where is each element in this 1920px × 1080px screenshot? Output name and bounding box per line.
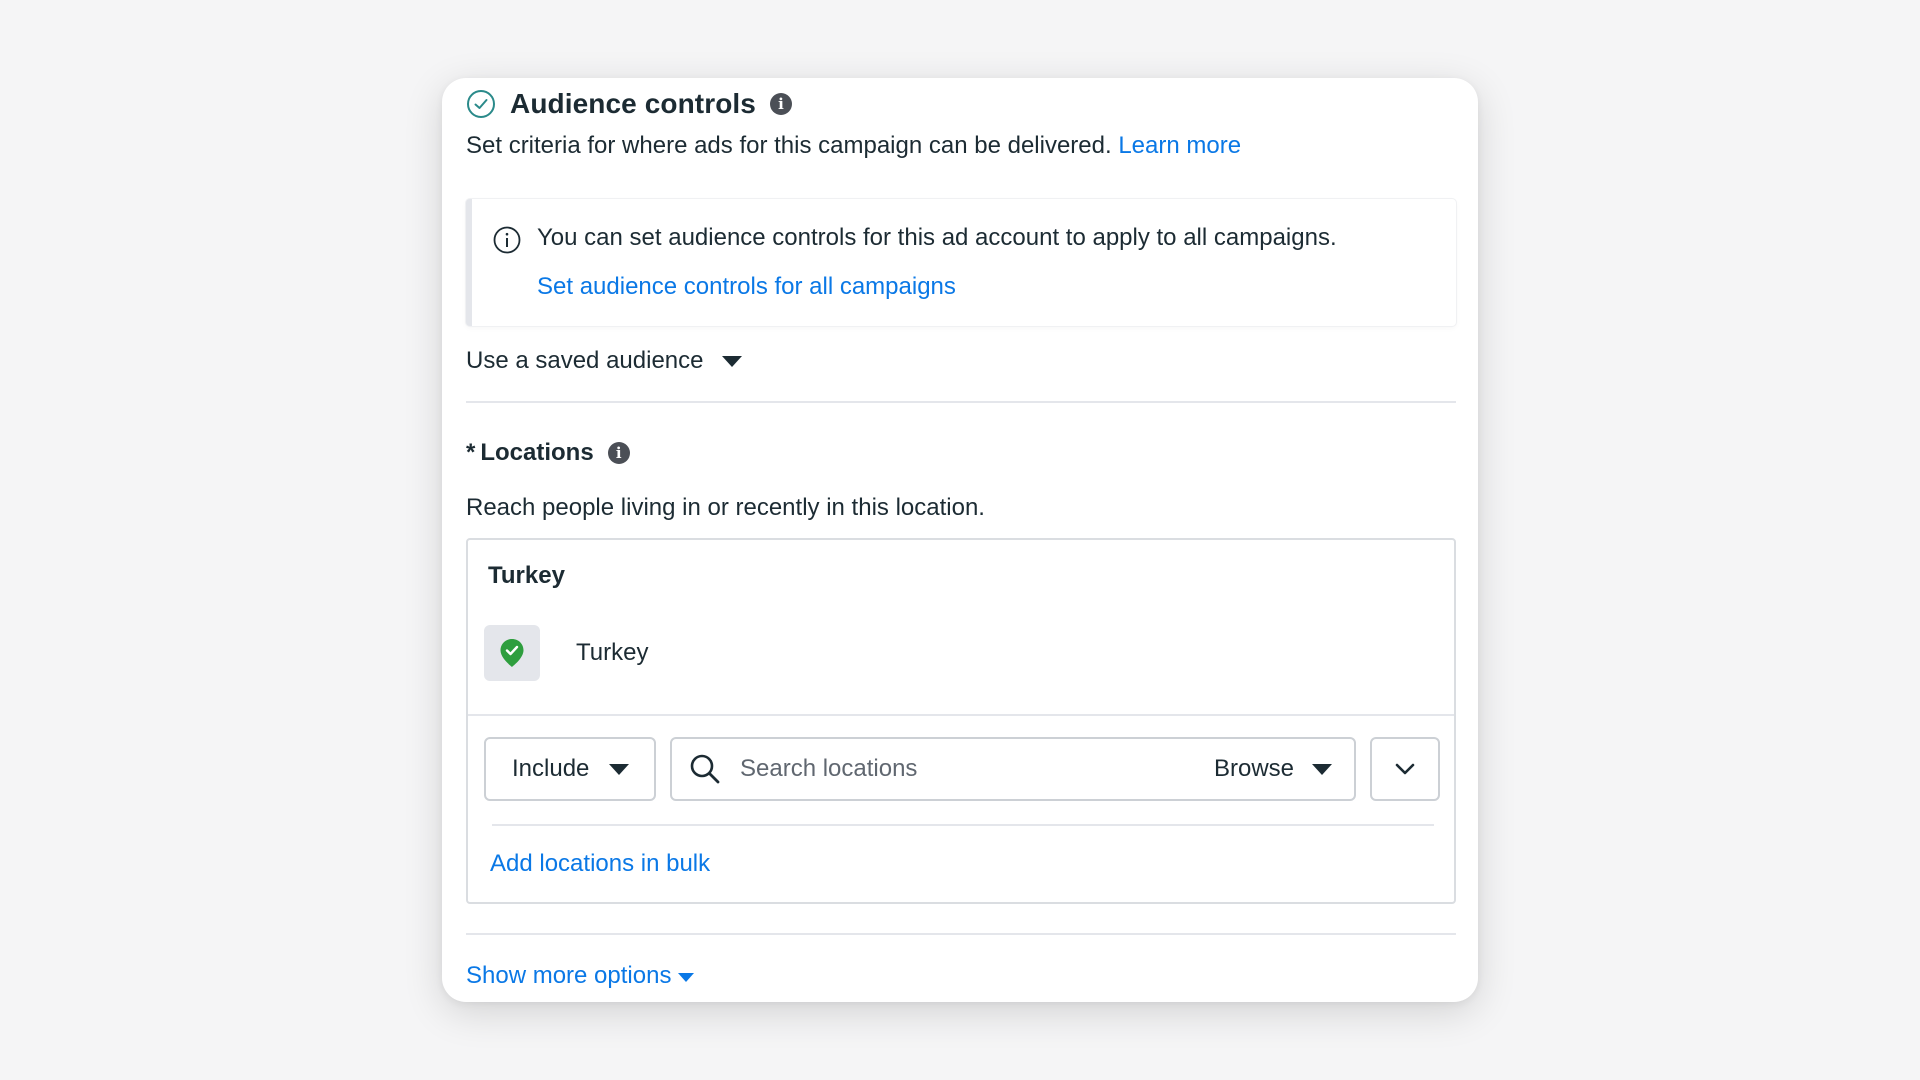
caret-down-icon (678, 972, 695, 982)
divider (468, 714, 1454, 716)
divider (466, 401, 1456, 403)
caret-down-icon (1312, 763, 1332, 775)
expand-button[interactable] (1370, 737, 1440, 801)
locations-header: * Locations i (466, 433, 630, 473)
info-outline-icon (492, 225, 522, 255)
add-locations-bulk-link[interactable]: Add locations in bulk (490, 850, 710, 878)
locations-title: Locations (480, 439, 594, 466)
location-group-title: Turkey (488, 562, 565, 589)
search-icon (688, 752, 722, 786)
info-notice: You can set audience controls for this a… (466, 199, 1456, 326)
chevron-down-icon (1395, 763, 1415, 775)
search-locations-field[interactable]: Browse (670, 737, 1356, 801)
notice-text: You can set audience controls for this a… (537, 224, 1337, 251)
info-icon[interactable]: i (769, 93, 792, 115)
locations-box: Turkey Turkey Include Search locations B… (466, 538, 1456, 904)
required-mark: * (466, 439, 476, 466)
location-pin-icon (484, 625, 540, 681)
locations-description: Reach people living in or recently in th… (466, 494, 985, 521)
search-locations-input[interactable] (740, 755, 1160, 783)
show-more-label: Show more options (466, 962, 672, 989)
include-dropdown[interactable]: Include (484, 737, 656, 801)
set-audience-controls-link[interactable]: Set audience controls for all campaigns (537, 273, 956, 301)
section-header: Audience controls i (466, 84, 792, 124)
card-content: Audience controls i Set criteria for whe… (466, 78, 1456, 1002)
include-label: Include (512, 755, 590, 782)
divider (492, 824, 1434, 826)
subtitle-text: Set criteria for where ads for this camp… (466, 132, 1112, 159)
show-more-options-link[interactable]: Show more options (466, 962, 695, 990)
location-item[interactable]: Turkey (484, 625, 648, 681)
location-item-label: Turkey (576, 639, 649, 666)
caret-down-icon (721, 355, 742, 367)
audience-controls-card: Audience controls i Set criteria for whe… (442, 78, 1478, 1002)
browse-dropdown[interactable]: Browse (1214, 739, 1332, 799)
section-subtitle: Set criteria for where ads for this camp… (466, 132, 1241, 160)
check-circle-icon (466, 89, 496, 119)
browse-label: Browse (1213, 755, 1294, 782)
info-icon[interactable]: i (607, 442, 630, 464)
learn-more-link[interactable]: Learn more (1118, 132, 1241, 159)
saved-audience-dropdown[interactable]: Use a saved audience (466, 341, 742, 381)
saved-audience-label: Use a saved audience (466, 347, 704, 374)
section-title: Audience controls (510, 88, 756, 119)
caret-down-icon (609, 763, 630, 775)
divider (466, 933, 1456, 935)
